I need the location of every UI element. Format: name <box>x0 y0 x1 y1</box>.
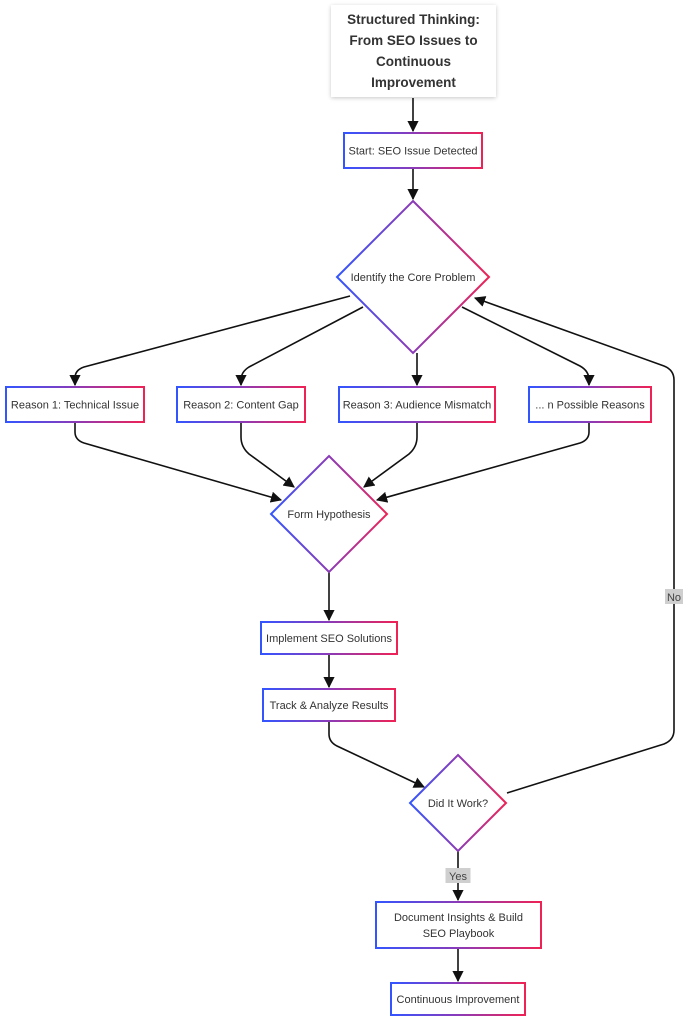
node-continuous: Continuous Improvement <box>390 982 526 1016</box>
node-document: Document Insights & Build SEO Playbook <box>375 901 542 949</box>
node-track: Track & Analyze Results <box>262 688 396 722</box>
node-decision: Did It Work? <box>408 753 508 853</box>
edge-identify-to-reasonN <box>461 306 595 387</box>
node-reason1: Reason 1: Technical Issue <box>5 386 145 423</box>
node-label: Reason 1: Technical Issue <box>11 400 139 412</box>
node-label: Document Insights & Build <box>394 912 523 924</box>
node-label: Continuous Improvement <box>397 994 520 1006</box>
edge-track-to-decision <box>328 721 426 788</box>
diagram-title: Structured Thinking: From SEO Issues to … <box>347 12 480 90</box>
edge-decision-to-identify <box>473 296 675 794</box>
node-implement: Implement SEO Solutions <box>260 621 398 655</box>
flowchart-canvas: Structured Thinking: From SEO Issues to … <box>0 0 689 1024</box>
flowchart-svg: Start: SEO Issue Detected Identify the Co… <box>5 98 683 1016</box>
node-label: Start: SEO Issue Detected <box>348 146 477 158</box>
node-label: Reason 3: Audience Mismatch <box>343 400 492 412</box>
node-label: Reason 2: Content Gap <box>183 400 299 412</box>
node-identify: Identify the Core Problem <box>335 199 491 355</box>
node-label: Form Hypothesis <box>287 509 371 521</box>
edge-identify-to-reason2 <box>235 306 364 387</box>
node-label: Track & Analyze Results <box>270 700 389 712</box>
node-label: Did It Work? <box>428 798 488 810</box>
edge-labels-layer: No Yes <box>445 589 683 883</box>
edge-reason3-to-hypothesis <box>363 422 418 488</box>
node-label: ... n Possible Reasons <box>535 400 645 412</box>
edge-reason1-to-hypothesis <box>74 422 283 503</box>
edge-label-yes: Yes <box>449 871 467 883</box>
node-label: Implement SEO Solutions <box>266 633 392 645</box>
process-box <box>375 901 542 949</box>
node-reason3: Reason 3: Audience Mismatch <box>338 386 496 423</box>
edge-reason2-to-hypothesis <box>240 422 295 488</box>
node-start: Start: SEO Issue Detected <box>343 132 483 169</box>
node-reasonN: ... n Possible Reasons <box>528 386 652 423</box>
node-label: Identify the Core Problem <box>351 272 476 284</box>
edge-identify-to-reason1 <box>69 295 351 387</box>
edges-layer <box>69 98 675 983</box>
node-label: SEO Playbook <box>423 928 495 940</box>
diagram-title-box: Structured Thinking: From SEO Issues to … <box>331 5 496 97</box>
edge-label-no: No <box>667 592 681 604</box>
node-hypothesis: Form Hypothesis <box>269 454 389 574</box>
edge-reasonN-to-hypothesis <box>375 422 590 503</box>
node-reason2: Reason 2: Content Gap <box>176 386 306 423</box>
